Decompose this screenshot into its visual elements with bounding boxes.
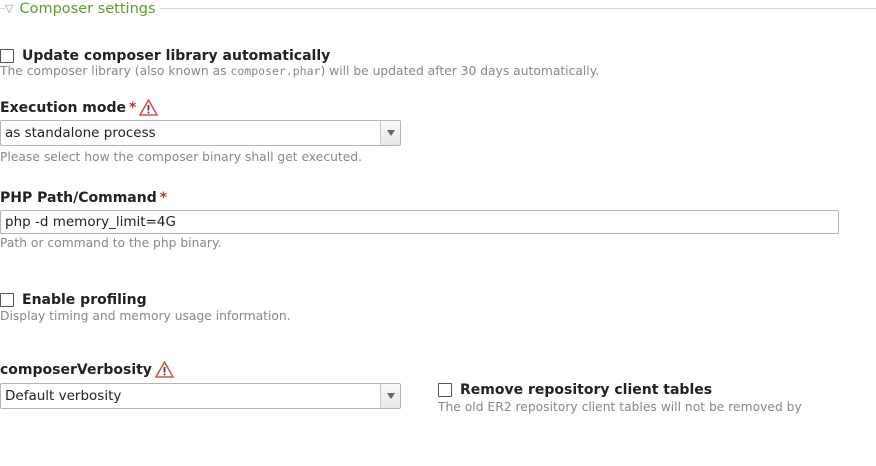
profiling-description: Display timing and memory usage informat… xyxy=(0,309,291,323)
update-library-desc-text-2: ) will be updated after 30 days automati… xyxy=(320,64,600,78)
warning-triangle-icon xyxy=(139,99,159,116)
execution-mode-label-text: Execution mode xyxy=(0,99,127,116)
execution-mode-value: as standalone process xyxy=(5,125,156,141)
required-marker: * xyxy=(129,99,137,116)
fieldset-title: Composer settings xyxy=(19,1,156,17)
profiling-checkbox[interactable] xyxy=(0,292,14,307)
execution-mode-select[interactable]: as standalone process xyxy=(0,120,401,146)
update-library-description: The composer library (also known as comp… xyxy=(0,64,599,78)
update-library-desc-text: The composer library (also known as xyxy=(0,64,231,78)
verbosity-label: composerVerbosity xyxy=(0,361,174,378)
update-library-checkbox[interactable] xyxy=(0,48,14,63)
profiling-label[interactable]: Enable profiling xyxy=(22,292,147,308)
php-path-input[interactable]: php -d memory_limit=4G xyxy=(0,210,839,234)
remove-tables-checkbox[interactable] xyxy=(438,382,452,397)
verbosity-select[interactable]: Default verbosity xyxy=(0,383,401,409)
php-path-label-text: PHP Path/Command xyxy=(0,190,157,206)
verbosity-value: Default verbosity xyxy=(5,388,122,404)
remove-tables-description: The old ER2 repository client tables wil… xyxy=(438,400,802,414)
verbosity-label-text: composerVerbosity xyxy=(0,361,152,378)
profiling-row: Enable profiling xyxy=(0,289,147,308)
collapse-triangle-icon[interactable]: ▽ xyxy=(5,0,13,18)
remove-tables-row: Remove repository client tables xyxy=(438,379,712,398)
chevron-down-icon[interactable] xyxy=(380,384,400,408)
chevron-down-icon[interactable] xyxy=(380,121,400,145)
execution-mode-description: Please select how the composer binary sh… xyxy=(0,150,363,164)
remove-tables-label[interactable]: Remove repository client tables xyxy=(460,382,712,398)
php-path-description: Path or command to the php binary. xyxy=(0,236,222,250)
required-marker: * xyxy=(159,190,168,206)
update-library-label[interactable]: Update composer library automatically xyxy=(22,48,330,64)
execution-mode-label: Execution mode * xyxy=(0,99,159,116)
fieldset-legend[interactable]: ▽ Composer settings xyxy=(5,0,160,18)
php-path-label: PHP Path/Command * xyxy=(0,190,167,206)
update-library-row: Update composer library automatically xyxy=(0,45,330,64)
warning-triangle-icon xyxy=(154,361,174,378)
composer-phar-code: composer.phar xyxy=(230,64,321,78)
